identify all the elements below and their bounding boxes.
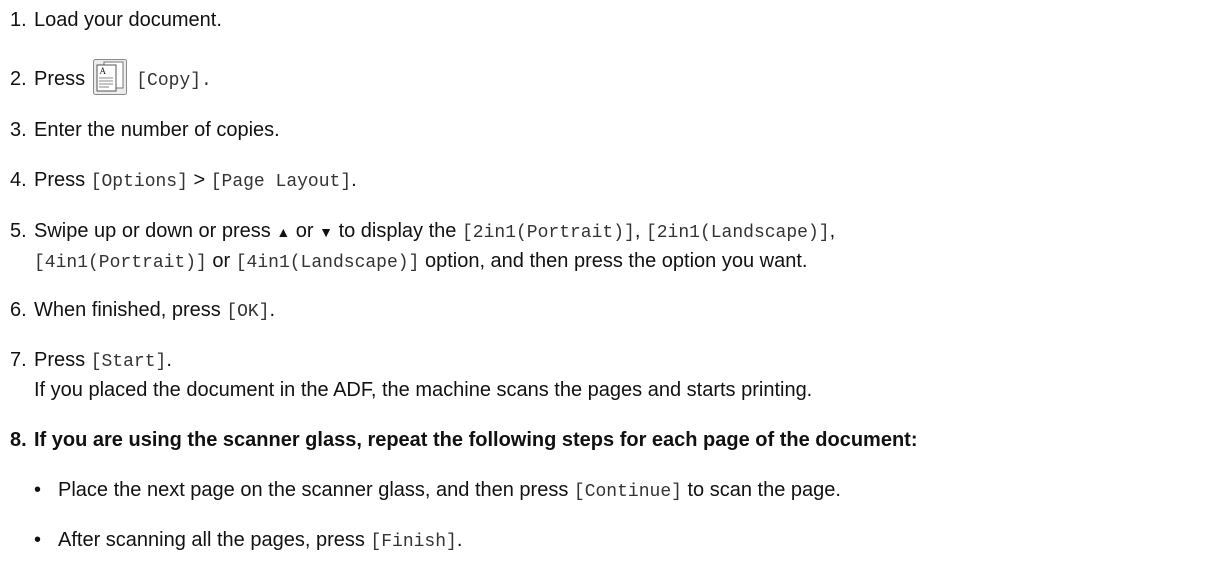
step-number: 8. xyxy=(10,429,27,451)
bullet-icon: • xyxy=(34,529,42,551)
step-5-continued: [4in1(Portrait)] or [4in1(Landscape)] op… xyxy=(34,249,807,275)
copy-label: [Copy]. xyxy=(136,71,212,91)
step-4: 4. Press [Options] > [Page Layout]. xyxy=(10,168,357,194)
step-number: 4. xyxy=(10,169,27,191)
step-text: When finished, press xyxy=(34,299,221,321)
step-8: 8. If you are using the scanner glass, re… xyxy=(10,428,918,452)
or-text: or xyxy=(212,250,231,272)
comma: , xyxy=(634,220,641,242)
step-end: . xyxy=(166,349,172,371)
option-2in1-landscape: [2in1(Landscape)] xyxy=(645,223,830,243)
up-arrow-icon: ▲ xyxy=(276,224,291,240)
step-3: 3. Enter the number of copies. xyxy=(10,118,280,142)
bullet-item: • After scanning all the pages, press [Fi… xyxy=(34,528,462,554)
step-end: . xyxy=(456,529,463,551)
page-layout-label: [Page Layout] xyxy=(210,172,352,192)
instruction-page: 1. Load your document. 2. Press A [Copy]. … xyxy=(0,0,1229,566)
bullet-text: to scan the page. xyxy=(687,479,841,501)
start-label: [Start] xyxy=(90,352,167,372)
step-number: 5. xyxy=(10,220,27,242)
bullet-text: Place the next page on the scanner glass… xyxy=(58,479,569,501)
continue-label: [Continue] xyxy=(573,482,682,502)
step-number: 3. xyxy=(10,119,27,141)
or-text: or xyxy=(295,220,314,242)
option-4in1-portrait: [4in1(Portrait)] xyxy=(34,253,207,273)
step-end: . xyxy=(269,299,276,321)
down-arrow-icon: ▼ xyxy=(319,224,333,240)
step-text: Press xyxy=(34,349,86,371)
step-6: 6. When finished, press [OK]. xyxy=(10,298,275,324)
ok-label: [OK] xyxy=(226,302,270,322)
step-text: option, and then press the option you wa… xyxy=(424,250,808,272)
step-text: Swipe up or down or press xyxy=(34,220,271,242)
bullet-item: • Place the next page on the scanner glas… xyxy=(34,478,841,504)
step-number: 6. xyxy=(10,299,27,321)
option-4in1-landscape: [4in1(Landscape)] xyxy=(235,253,420,273)
step-7: 7. Press [Start]. xyxy=(10,348,172,374)
step-2: 2. Press A [Copy]. xyxy=(10,59,212,95)
step-number: 7. xyxy=(10,349,27,371)
step-text: If you are using the scanner glass, repe… xyxy=(34,429,918,451)
step-text: Press xyxy=(34,169,86,191)
step-7-note: If you placed the document in the ADF, t… xyxy=(34,379,813,401)
separator: > xyxy=(193,169,206,191)
step-end: . xyxy=(351,169,357,191)
svg-text:A: A xyxy=(99,66,106,76)
bullet-icon: • xyxy=(34,479,42,501)
copy-icon[interactable]: A xyxy=(92,59,127,95)
option-2in1-portrait: [2in1(Portrait)] xyxy=(461,223,635,243)
step-1: 1. Load your document. xyxy=(10,8,222,32)
step-text: to display the xyxy=(338,220,457,242)
step-text: Enter the number of copies. xyxy=(34,119,280,141)
comma: , xyxy=(829,220,836,242)
finish-label: [Finish] xyxy=(370,532,457,552)
options-label: [Options] xyxy=(90,172,188,192)
bullet-text: After scanning all the pages, press xyxy=(58,529,365,551)
step-text: Load your document. xyxy=(34,9,222,31)
step-number: 2. xyxy=(10,68,27,90)
step-text: Press xyxy=(34,68,86,90)
step-number: 1. xyxy=(10,9,27,31)
step-5: 5. Swipe up or down or press ▲ or ▼ to di… xyxy=(10,219,835,245)
